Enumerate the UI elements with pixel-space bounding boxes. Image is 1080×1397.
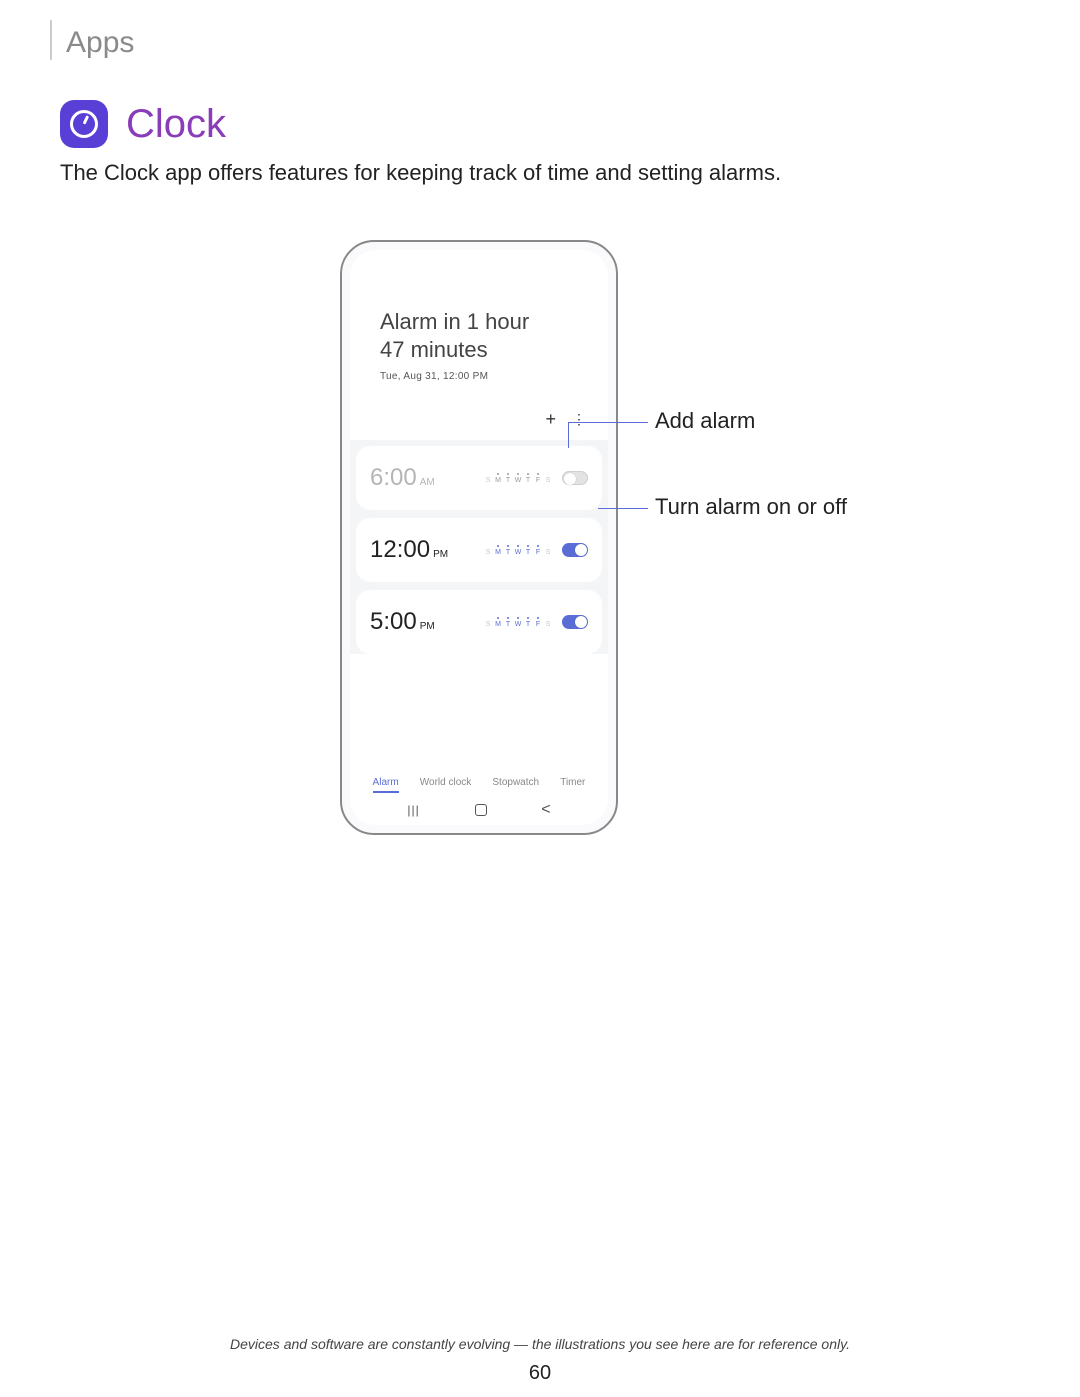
app-title: Clock [126, 102, 226, 147]
alarm-right: S M T W T F S [484, 471, 588, 485]
tab-stopwatch[interactable]: Stopwatch [492, 777, 539, 793]
alarm-row[interactable]: 12:00 PM S M T W T F S [356, 518, 602, 582]
alarm-time: 12:00 PM [370, 536, 448, 564]
alarm-days: S M T W T F S [484, 545, 552, 556]
callout-line [568, 422, 569, 448]
callout-toggle-alarm: Turn alarm on or off [655, 494, 847, 520]
alarm-days: S M T W T F S [484, 473, 552, 484]
alarm-toggle[interactable] [562, 543, 588, 557]
alarm-days: S M T W T F S [484, 617, 552, 628]
add-alarm-button[interactable]: + [545, 410, 556, 428]
alarm-time: 6:00 AM [370, 464, 435, 492]
alarm-toolbar: + ⋮ [350, 402, 608, 440]
clock-tabbar: Alarm World clock Stopwatch Timer [350, 777, 608, 793]
app-title-row: Clock [60, 100, 226, 148]
alarm-toggle[interactable] [562, 615, 588, 629]
hero-line-2: 47 minutes [380, 336, 578, 364]
section-header-text: Apps [66, 26, 134, 60]
alarm-list: 6:00 AM S M T W T F S [350, 440, 608, 654]
page-number: 60 [0, 1362, 1080, 1385]
phone-frame: Alarm in 1 hour 47 minutes Tue, Aug 31, … [340, 240, 618, 835]
nav-home-icon[interactable] [475, 804, 487, 816]
nav-back-icon[interactable]: < [541, 801, 550, 819]
clock-app-icon [60, 100, 108, 148]
alarm-row[interactable]: 5:00 PM S M T W T F S [356, 590, 602, 654]
app-description: The Clock app offers features for keepin… [60, 160, 781, 186]
footer-note: Devices and software are constantly evol… [0, 1336, 1080, 1352]
alarm-row[interactable]: 6:00 AM S M T W T F S [356, 446, 602, 510]
phone-screen: Alarm in 1 hour 47 minutes Tue, Aug 31, … [350, 250, 608, 825]
hero-line-1: Alarm in 1 hour [380, 308, 578, 336]
callout-line [568, 422, 648, 423]
tab-timer[interactable]: Timer [560, 777, 585, 793]
alarm-time: 5:00 PM [370, 608, 435, 636]
callout-add-alarm: Add alarm [655, 408, 755, 434]
hero-datetime: Tue, Aug 31, 12:00 PM [380, 371, 578, 382]
tab-world-clock[interactable]: World clock [420, 777, 472, 793]
alarm-right: S M T W T F S [484, 615, 588, 629]
system-navbar: ||| < [350, 801, 608, 819]
alarm-toggle[interactable] [562, 471, 588, 485]
alarm-right: S M T W T F S [484, 543, 588, 557]
nav-recents-icon[interactable]: ||| [407, 803, 419, 817]
more-options-button[interactable]: ⋮ [572, 412, 586, 426]
callout-line [598, 508, 648, 509]
tab-alarm[interactable]: Alarm [373, 777, 399, 793]
section-header: Apps [50, 20, 134, 60]
alarm-hero: Alarm in 1 hour 47 minutes Tue, Aug 31, … [350, 250, 608, 402]
